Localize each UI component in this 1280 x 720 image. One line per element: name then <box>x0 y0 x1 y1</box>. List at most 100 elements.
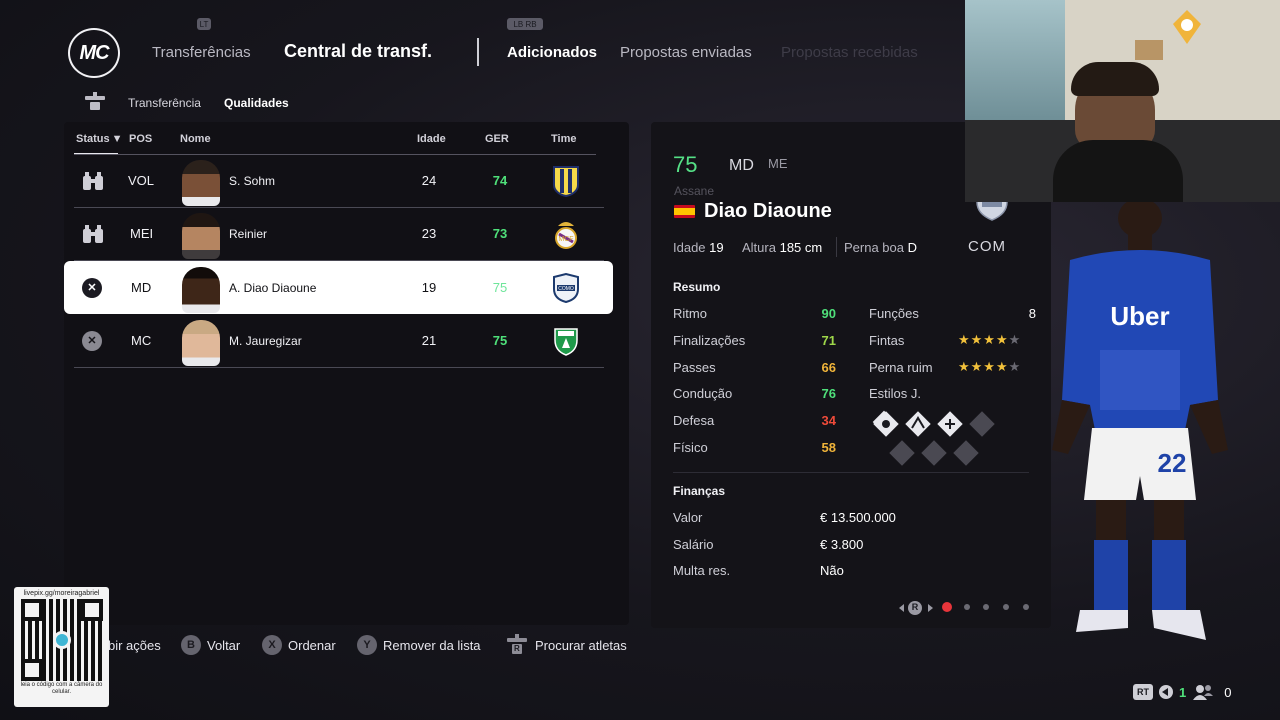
stat-label: Finalizações <box>673 333 746 348</box>
row-age: 23 <box>421 226 437 241</box>
qr-code-card: livepix.gg/moreiragabriel leia o código … <box>14 587 109 707</box>
row-ovr: 75 <box>492 333 508 348</box>
player-alt-pos: ME <box>768 156 788 171</box>
col-header-pos[interactable]: POS <box>129 133 152 145</box>
hint-sort[interactable]: X Ordenar <box>262 634 336 656</box>
release-clause-value: Não <box>820 563 844 578</box>
nav-divider <box>477 38 479 66</box>
col-header-status[interactable]: Status ▼ <box>76 133 123 145</box>
x-button-icon: X <box>262 635 282 655</box>
lt-button-hint: LT <box>197 18 211 30</box>
player-club-abbr: COM <box>968 238 1006 255</box>
career-mode-logo: MC <box>68 28 120 78</box>
playstyles-label: Estilos J. <box>869 386 922 401</box>
hint-back[interactable]: B Voltar <box>181 634 240 656</box>
stat-label: Defesa <box>673 413 715 428</box>
player-face <box>182 320 220 366</box>
webcam-overlay <box>965 0 1280 202</box>
tab-sent-offers[interactable]: Propostas enviadas <box>620 44 752 61</box>
row-age: 19 <box>421 280 437 295</box>
tab-received-offers[interactable]: Propostas recebidas <box>781 44 918 61</box>
stat-value: 71 <box>821 333 836 348</box>
row-name: Reinier <box>229 226 268 241</box>
qr-code-icon <box>20 599 103 681</box>
back-arrow-icon <box>1159 685 1173 699</box>
club-badge-saint-etienne <box>552 314 580 367</box>
row-pos: VOL <box>128 173 155 188</box>
col-header-team[interactable]: Time <box>551 133 576 145</box>
hint-remove[interactable]: Y Remover da lista <box>357 634 481 656</box>
stat-label: Ritmo <box>673 306 707 321</box>
detail-pager[interactable]: R <box>897 598 1037 618</box>
hud-count-a: 1 <box>1179 684 1187 700</box>
friends-icon <box>1192 684 1214 700</box>
row-name: A. Diao Diaoune <box>229 280 317 295</box>
spain-flag-icon <box>674 205 695 218</box>
player-face <box>182 160 220 206</box>
col-header-ovr[interactable]: GER <box>485 133 509 145</box>
stat-value: 76 <box>821 386 836 401</box>
summary-title: Resumo <box>673 280 721 294</box>
y-button-icon: Y <box>357 635 377 655</box>
wage-amount: € 3.800 <box>820 537 864 552</box>
rt-button-icon: RT <box>1133 684 1153 700</box>
row-age: 24 <box>421 173 437 188</box>
playstyles-grid <box>872 410 1002 466</box>
skill-moves-label: Fintas <box>869 333 905 348</box>
lb-rb-button-hint: LB RB <box>507 18 543 30</box>
subtab-transfer[interactable]: Transferência <box>128 96 201 110</box>
online-status-hud: RT 1 0 <box>1133 682 1231 702</box>
row-ovr: 75 <box>492 280 508 295</box>
table-row[interactable]: ✕ MC M. Jauregizar 21 75 <box>64 314 613 367</box>
player-nickname: Assane <box>674 184 715 198</box>
value-amount: € 13.500.000 <box>820 510 896 525</box>
filter-toggle-icon[interactable] <box>82 92 108 114</box>
svg-text:COMO: COMO <box>558 286 574 292</box>
weak-foot-label: Perna ruim <box>869 360 933 375</box>
svg-text:MCF: MCF <box>558 236 573 243</box>
pager-dot[interactable] <box>964 604 970 610</box>
info-divider <box>836 237 837 257</box>
player-face <box>182 213 220 259</box>
pager-dot-active[interactable] <box>942 602 952 612</box>
stat-label: Condução <box>673 386 733 401</box>
stat-value: 34 <box>821 413 836 428</box>
hint-search[interactable]: R Procurar atletas <box>505 634 627 656</box>
release-clause-label: Multa res. <box>673 563 731 578</box>
table-row[interactable]: MEI Reinier 23 73 MCF <box>64 207 613 260</box>
stat-value: 66 <box>821 360 836 375</box>
col-header-age[interactable]: Idade <box>417 133 446 145</box>
page-title: Central de transf. <box>284 41 433 61</box>
club-badge-como: COMO <box>550 261 582 314</box>
player-name: Diao Diaoune <box>704 200 832 222</box>
b-button-icon: B <box>181 635 201 655</box>
table-row-selected[interactable]: ✕ MD A. Diao Diaoune 19 75 COMO <box>64 261 613 314</box>
remove-x-icon[interactable]: ✕ <box>82 314 106 367</box>
scouting-icon <box>82 154 106 207</box>
row-age: 21 <box>421 333 437 348</box>
row-ovr: 73 <box>492 226 508 241</box>
player-pos: MD <box>729 157 754 174</box>
pager-dot[interactable] <box>1003 604 1009 610</box>
kit-sponsor: Uber <box>1110 301 1169 331</box>
roles-label: Funções <box>869 306 919 321</box>
skill-moves-stars: ★★★★★ <box>958 332 1022 347</box>
hint-actions[interactable]: bir ações <box>108 634 161 656</box>
section-divider <box>673 472 1029 473</box>
pager-dot[interactable] <box>983 604 989 610</box>
table-row[interactable]: VOL S. Sohm 24 74 <box>64 154 613 207</box>
kit-number: 22 <box>1158 448 1187 478</box>
player-face <box>182 267 220 313</box>
row-pos: MC <box>131 333 152 348</box>
player-height: Altura 185 cm <box>742 240 823 255</box>
player-age: Idade 19 <box>673 240 724 255</box>
remove-x-icon[interactable]: ✕ <box>82 261 106 314</box>
pager-dot[interactable] <box>1023 604 1029 610</box>
subtab-qualities[interactable]: Qualidades <box>224 96 289 110</box>
tab-added[interactable]: Adicionados <box>507 44 597 61</box>
value-label: Valor <box>673 510 703 525</box>
finance-title: Finanças <box>673 484 726 498</box>
right-stick-label: R <box>911 602 919 612</box>
col-header-name[interactable]: Nome <box>180 133 211 145</box>
nav-tab-transfers[interactable]: Transferências <box>152 44 251 61</box>
